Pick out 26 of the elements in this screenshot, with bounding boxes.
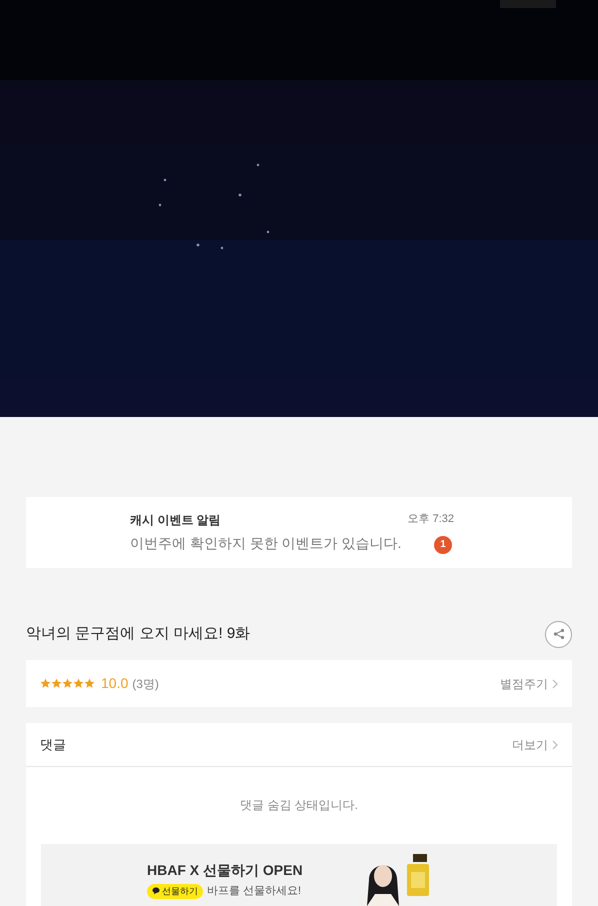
rating-count: (3명) <box>132 676 159 692</box>
star-icon <box>73 678 84 689</box>
star-icon <box>84 678 95 689</box>
chevron-right-icon <box>552 740 558 750</box>
chevron-right-icon <box>552 678 558 688</box>
notification-time: 오후 7:32 <box>408 512 454 528</box>
notification-card[interactable]: 캐시 이벤트 알림 이번주에 확인하지 못한 이벤트가 있습니다. 오후 7:32 1 <box>26 497 572 568</box>
more-link[interactable]: 더보기 <box>512 736 558 754</box>
rate-link[interactable]: 별점주기 <box>500 674 558 692</box>
star-icon <box>62 678 73 689</box>
comments-title: 댓글 <box>40 736 66 754</box>
notification-message: 이번주에 확인하지 못한 이벤트가 있습니다. <box>130 534 402 553</box>
ad-text: 바프를 선물하세요! <box>207 884 302 900</box>
unread-count-badge: 1 <box>434 536 452 554</box>
notification-title: 캐시 이벤트 알림 <box>130 512 222 529</box>
chat-bubble-icon <box>152 887 160 896</box>
share-button[interactable] <box>545 620 572 648</box>
ad-banner[interactable]: HBAF X 선물하기 OPEN 선물하기 바프를 선물하세요! <box>41 844 557 906</box>
comments-hidden-notice: 댓글 숨김 상태입니다. <box>238 797 359 814</box>
ad-headline: HBAF X 선물하기 OPEN <box>147 861 304 880</box>
share-icon <box>552 628 564 640</box>
rating-score: 10.0 <box>101 674 128 693</box>
star-icon <box>40 678 51 689</box>
gift-tag: 선물하기 <box>147 884 203 899</box>
episode-title: 악녀의 문구점에 오지 마세요! 9화 <box>26 624 250 644</box>
star-icon <box>51 678 62 689</box>
